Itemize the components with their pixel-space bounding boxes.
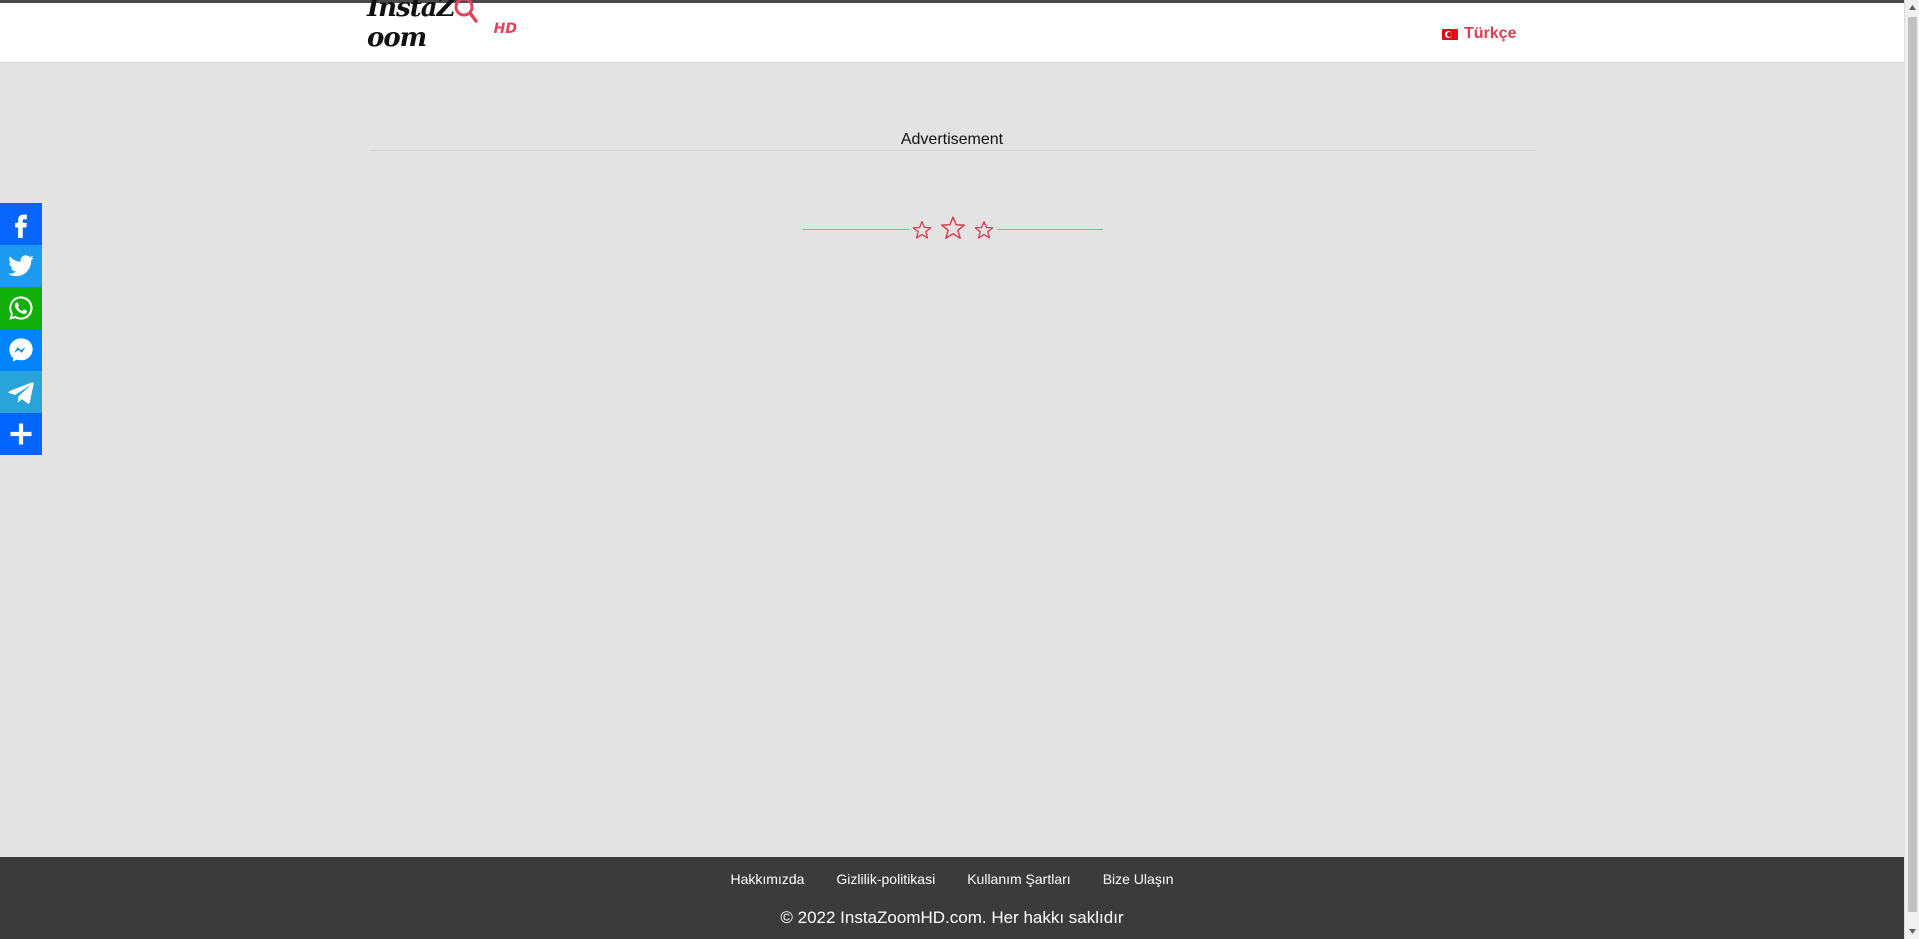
whatsapp-icon — [9, 296, 33, 320]
advertisement-divider — [370, 150, 1536, 151]
turkey-flag-icon — [1442, 28, 1458, 40]
logo-magnifier-icon — [454, 0, 478, 23]
footer-links: Hakkımızda Gizlilik-politikasi Kullanım … — [0, 871, 1904, 887]
share-facebook-button[interactable] — [0, 203, 42, 245]
footer-link-contact[interactable]: Bize Ulaşın — [1103, 871, 1174, 887]
advertisement-label: Advertisement — [900, 131, 1004, 148]
site-logo[interactable]: InstaZ oom HD — [367, 0, 517, 53]
share-whatsapp-button[interactable] — [0, 287, 42, 329]
footer-link-about[interactable]: Hakkımızda — [730, 871, 804, 887]
plus-icon — [10, 423, 32, 445]
footer-link-privacy[interactable]: Gizlilik-politikasi — [836, 871, 935, 887]
footer-link-terms[interactable]: Kullanım Şartları — [967, 871, 1070, 887]
vertical-scrollbar[interactable] — [1904, 0, 1919, 939]
share-messenger-button[interactable] — [0, 329, 42, 371]
copyright-text: © 2022 InstaZoomHD.com. Her hakkı saklıd… — [780, 908, 1124, 927]
language-selector[interactable]: Türkçe — [1442, 25, 1516, 43]
facebook-icon — [15, 214, 27, 238]
twitter-icon — [8, 255, 34, 277]
logo-hd-suffix: HD — [493, 21, 517, 37]
site-footer: Hakkımızda Gizlilik-politikasi Kullanım … — [0, 857, 1904, 939]
logo-text: InstaZ oom — [367, 0, 493, 53]
language-label: Türkçe — [1464, 25, 1517, 42]
scroll-up-arrow-icon[interactable] — [1905, 0, 1919, 15]
star-right-icon — [974, 221, 994, 239]
scrollbar-thumb[interactable] — [1908, 17, 1917, 912]
site-header: InstaZ oom HD Türkçe — [0, 0, 1904, 63]
divider-line-right — [997, 229, 1103, 230]
star-center-icon — [940, 216, 966, 240]
scroll-down-arrow-icon[interactable] — [1905, 924, 1919, 939]
stars-divider — [803, 214, 1103, 244]
share-more-button[interactable] — [0, 413, 42, 455]
social-share-bar — [0, 203, 42, 455]
share-twitter-button[interactable] — [0, 245, 42, 287]
share-telegram-button[interactable] — [0, 371, 42, 413]
divider-line-left — [803, 229, 909, 230]
telegram-icon — [8, 382, 34, 404]
messenger-icon — [9, 338, 33, 362]
star-left-icon — [912, 221, 932, 239]
